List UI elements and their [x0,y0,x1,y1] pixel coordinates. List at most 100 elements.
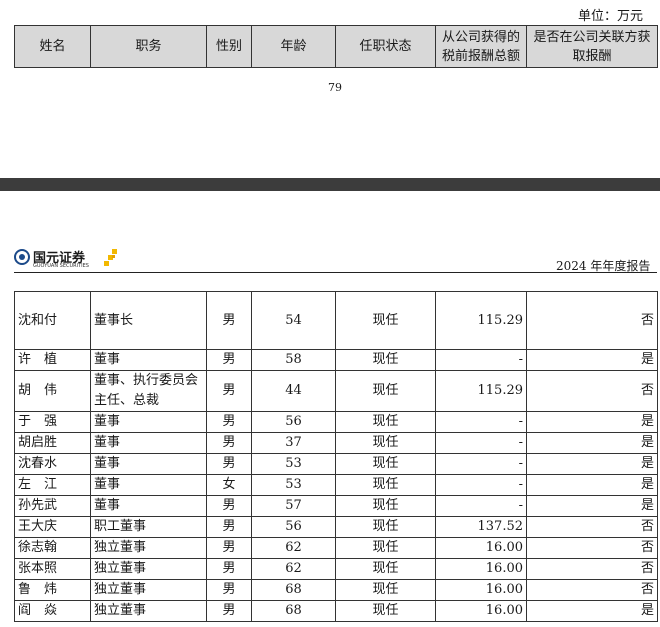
cell-gender: 男 [206,453,252,475]
cell-name: 阎 焱 [14,600,91,622]
column-header-status: 任职状态 [335,25,436,68]
cell-title: 董事 [90,495,207,517]
cell-related-party-pay: 否 [526,579,658,601]
cell-age: 57 [251,495,336,517]
column-header-age: 年龄 [251,25,336,68]
cell-title: 独立董事 [90,537,207,559]
cell-gender: 男 [206,516,252,538]
cell-age: 44 [251,370,336,412]
cell-gender: 女 [206,474,252,496]
cell-name: 张本照 [14,558,91,580]
cell-related-party-pay: 是 [526,349,658,371]
cell-age: 62 [251,558,336,580]
table-row: 沈和付 董事长男 54 现任 115.29 否 [14,291,658,350]
table-row: 孙先武 董事男 57 现任 - 是 [14,495,658,517]
cell-pretax-pay: 16.00 [435,537,527,559]
cell-status: 现任 [335,411,436,433]
cell-name: 孙先武 [14,495,91,517]
cell-age: 68 [251,579,336,601]
cell-status: 现任 [335,474,436,496]
cell-title: 董事 [90,349,207,371]
cell-title: 董事 [90,453,207,475]
cell-pretax-pay: 137.52 [435,516,527,538]
cell-pretax-pay: 16.00 [435,600,527,622]
cell-gender: 男 [206,579,252,601]
logo-english-name: GUOYUAN SECURITIES [33,263,89,269]
cell-title: 董事 [90,474,207,496]
cell-gender: 男 [206,537,252,559]
cell-age: 54 [251,291,336,350]
cell-name: 胡启胜 [14,432,91,454]
cell-status: 现任 [335,516,436,538]
cell-name: 于 强 [14,411,91,433]
logo-accent-icon [104,249,117,266]
column-header-name: 姓名 [14,25,91,68]
cell-gender: 男 [206,349,252,371]
cell-related-party-pay: 是 [526,474,658,496]
cell-age: 62 [251,537,336,559]
cell-name: 许 植 [14,349,91,371]
logo-mark-icon [14,249,30,265]
table-row: 于 强董事男 56 现任 - 是 [14,411,658,433]
cell-gender: 男 [206,291,252,350]
cell-status: 现任 [335,537,436,559]
cell-status: 现任 [335,432,436,454]
table-header: 姓名 职务 性别 年龄 任职状态 从公司获得的税前报酬总额 是否在公司关联方获取… [14,25,658,68]
table-row: 胡 伟董事、执行委员会主任、总裁男 44 现任 115.29 否 [14,370,658,412]
cell-pretax-pay: - [435,453,527,475]
cell-age: 56 [251,516,336,538]
cell-status: 现任 [335,349,436,371]
cell-gender: 男 [206,558,252,580]
cell-related-party-pay: 是 [526,495,658,517]
cell-pretax-pay: 115.29 [435,370,527,412]
cell-status: 现任 [335,453,436,475]
column-header-related-party-pay: 是否在公司关联方获取报酬 [526,25,658,68]
cell-name: 王大庆 [14,516,91,538]
cell-title: 独立董事 [90,579,207,601]
company-logo: 国元证券 GUOYUAN SECURITIES [14,247,117,273]
cell-pretax-pay: - [435,495,527,517]
column-header-gender: 性别 [206,25,252,68]
table-row: 王大庆 职工董事男 56 现任 137.52 否 [14,516,658,538]
table-row: 沈春水 董事男 53 现任 - 是 [14,453,658,475]
cell-title: 董事、执行委员会主任、总裁 [90,370,207,412]
cell-title: 董事 [90,411,207,433]
cell-pretax-pay: 16.00 [435,558,527,580]
cell-name: 左 江 [14,474,91,496]
table-row: 张本照 独立董事男 62 现任 16.00 否 [14,558,658,580]
cell-related-party-pay: 否 [526,537,658,559]
cell-pretax-pay: - [435,432,527,454]
cell-status: 现任 [335,291,436,350]
cell-status: 现任 [335,558,436,580]
cell-name: 沈和付 [14,291,91,350]
cell-title: 独立董事 [90,600,207,622]
cell-name: 沈春水 [14,453,91,475]
table-row: 许 植董事男 58 现任 - 是 [14,349,658,371]
cell-pretax-pay: 115.29 [435,291,527,350]
cell-name: 胡 伟 [14,370,91,412]
cell-related-party-pay: 否 [526,558,658,580]
cell-related-party-pay: 是 [526,600,658,622]
cell-related-party-pay: 是 [526,411,658,433]
page-separator [0,178,660,191]
table-row: 鲁 炜独立董事男 68 现任 16.00 否 [14,579,658,601]
cell-pretax-pay: - [435,411,527,433]
cell-related-party-pay: 否 [526,291,658,350]
cell-age: 53 [251,453,336,475]
cell-gender: 男 [206,432,252,454]
cell-gender: 男 [206,370,252,412]
page-number: 79 [328,81,342,94]
cell-status: 现任 [335,600,436,622]
cell-related-party-pay: 否 [526,516,658,538]
table-row: 左 江董事女 53 现任 - 是 [14,474,658,496]
compensation-table: 沈和付 董事长男 54 现任 115.29 否许 植董事男 58 现任 - 是胡 伟董事、执行委员… [14,291,658,622]
cell-pretax-pay: 16.00 [435,579,527,601]
cell-gender: 男 [206,411,252,433]
cell-related-party-pay: 否 [526,370,658,412]
cell-age: 58 [251,349,336,371]
table-row: 胡启胜 董事男 37 现任 - 是 [14,432,658,454]
cell-name: 鲁 炜 [14,579,91,601]
cell-pretax-pay: - [435,349,527,371]
cell-age: 53 [251,474,336,496]
cell-status: 现任 [335,370,436,412]
